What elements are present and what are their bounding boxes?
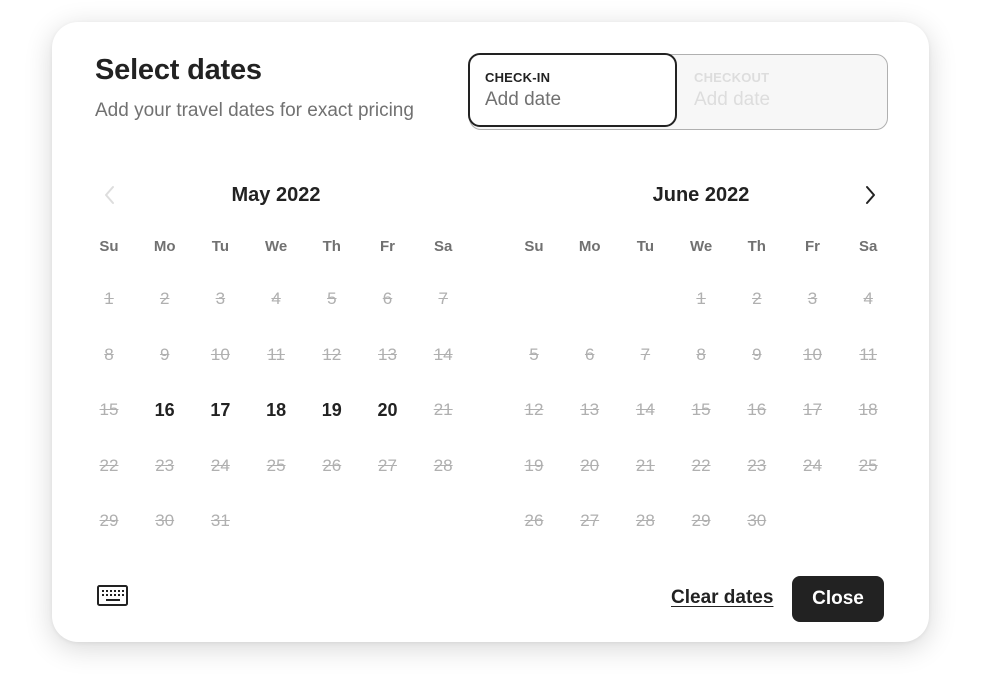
day-cell: 22: [691, 455, 711, 475]
close-button[interactable]: Close: [792, 576, 884, 622]
day-cell: 3: [807, 289, 818, 308]
keyboard-shortcuts-button[interactable]: [96, 582, 130, 610]
dialog-subtitle: Add your travel dates for exact pricing: [95, 100, 414, 121]
day-cell: 24: [803, 455, 822, 475]
day-cell[interactable]: 17: [192, 382, 248, 438]
day-cell: 10: [210, 344, 230, 364]
day-cell: 27: [580, 511, 600, 531]
day-cell: 8: [696, 344, 706, 364]
day-cell: 19: [524, 455, 544, 475]
weekday-label: Fr: [805, 238, 820, 255]
weekday-header: Su Mo Tu We Th Fr Sa: [506, 238, 896, 258]
day-cell: 12: [524, 400, 544, 420]
day-cell: 9: [159, 344, 170, 364]
month-may: May 2022 Su Mo Tu We Th Fr Sa 1234567891…: [81, 181, 471, 530]
weekday-label: Fr: [380, 238, 395, 255]
day-cell: 25: [266, 455, 286, 475]
weekday-label: Mo: [578, 238, 601, 255]
date-inputs: CHECK-IN Add date CHECKOUT Add date: [468, 53, 888, 130]
day-cell: 15: [99, 400, 119, 420]
day-cell: 14: [635, 400, 655, 420]
day-cell: 14: [433, 344, 453, 364]
day-cell: 4: [271, 289, 281, 308]
day-cell: 26: [322, 455, 342, 475]
day-cell: 7: [640, 344, 651, 364]
day-cell: 13: [378, 344, 397, 364]
day-cell: 21: [433, 400, 453, 420]
day-cell: 30: [155, 511, 175, 531]
day-cell: 6: [382, 289, 393, 308]
weekday-label: We: [264, 238, 288, 255]
day-cell: 5: [529, 344, 539, 364]
day-cell: 9: [752, 344, 762, 364]
day-cell: 15: [691, 400, 711, 420]
month-june: June 2022 Su Mo Tu We Th Fr Sa 123456789…: [506, 181, 896, 530]
day-cell: 28: [635, 511, 655, 531]
day-cell: 5: [327, 289, 337, 308]
weekday-header: Su Mo Tu We Th Fr Sa: [81, 238, 471, 258]
day-cell: 24: [210, 455, 230, 475]
checkout-label: CHECKOUT: [694, 70, 770, 85]
day-cell: 3: [215, 289, 226, 308]
weekday-label: Sa: [434, 238, 453, 255]
weekday-label: Th: [322, 238, 341, 255]
weekday-label: We: [689, 238, 713, 255]
day-cell: 23: [747, 455, 767, 475]
weekday-label: Su: [99, 238, 119, 255]
weekday-label: Mo: [153, 238, 176, 255]
day-cell: 20: [580, 455, 600, 475]
keyboard-icon: [97, 585, 128, 606]
day-cell: 22: [99, 455, 119, 475]
day-cell: 17: [803, 400, 822, 420]
day-cell: 1: [696, 289, 706, 308]
day-cell: 27: [378, 455, 397, 475]
weekday-label: Tu: [636, 238, 654, 255]
checkout-field[interactable]: CHECKOUT Add date: [680, 55, 887, 129]
day-cell: 29: [691, 511, 711, 531]
day-cell: 25: [858, 455, 878, 475]
clear-dates-link[interactable]: Clear dates: [671, 587, 773, 609]
day-cell: 11: [859, 344, 878, 364]
day-cell[interactable]: 19: [304, 382, 360, 438]
checkin-label: CHECK-IN: [485, 70, 551, 85]
weekday-label: Th: [747, 238, 766, 255]
month-title: June 2022: [652, 184, 750, 206]
day-cell: 26: [524, 511, 544, 531]
day-cell: 2: [159, 289, 170, 308]
day-cell: 29: [99, 511, 119, 531]
day-cell[interactable]: 16: [137, 382, 193, 438]
day-cell: 23: [155, 455, 175, 475]
checkout-value: Add date: [694, 89, 771, 110]
weekday-label: Tu: [211, 238, 229, 255]
day-cell: 8: [104, 344, 114, 364]
day-cell[interactable]: 18: [248, 382, 304, 438]
day-cell: 28: [433, 455, 453, 475]
dialog-title: Select dates: [95, 54, 262, 86]
weekday-label: Sa: [859, 238, 878, 255]
checkin-field[interactable]: CHECK-IN Add date: [468, 53, 677, 127]
month-title: May 2022: [231, 184, 321, 206]
day-cell: 6: [584, 344, 595, 364]
day-cell: 11: [267, 344, 285, 364]
day-cell: 13: [580, 400, 600, 420]
date-picker-dialog: Select dates Add your travel dates for e…: [52, 22, 929, 642]
day-cell: 16: [747, 400, 767, 420]
day-cell: 18: [858, 400, 878, 420]
day-cell: 31: [210, 511, 230, 531]
day-cell: 2: [752, 289, 762, 308]
day-cell[interactable]: 20: [360, 382, 416, 438]
day-cell: 1: [104, 289, 114, 308]
day-cell: 12: [322, 344, 342, 364]
day-cell: 21: [635, 455, 655, 475]
checkin-value: Add date: [485, 89, 562, 110]
day-cell: 7: [438, 289, 448, 308]
day-cell: 30: [747, 511, 767, 531]
day-cell: 4: [863, 289, 873, 308]
day-cell: 10: [803, 344, 822, 364]
weekday-label: Su: [524, 238, 544, 255]
